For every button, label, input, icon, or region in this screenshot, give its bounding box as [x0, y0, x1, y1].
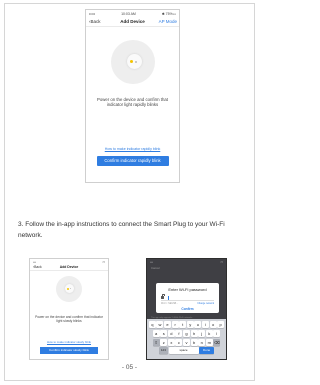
keyboard-row-1: q w e r t y u i o p [148, 321, 225, 328]
indicator-light-off-icon [134, 60, 137, 63]
nav-bar: ‹ Back Add Device [30, 264, 108, 271]
nav-bar: ‹ Back Add Device AP Mode [86, 17, 179, 27]
ap-mode-button[interactable]: AP Mode [159, 19, 177, 24]
key-v[interactable]: v [183, 338, 190, 346]
confirm-button[interactable]: Confirm indicator rapidly blink [96, 155, 169, 166]
keyboard-row-3: ⇧ z x c v b n m ⌫ [148, 338, 225, 346]
key-q[interactable]: q [148, 321, 156, 328]
phone-screenshot-add-device-ap: ••••• 10:03 AM ✱ 75%▭ ‹ Back Add Device … [85, 9, 180, 183]
indicator-light-icon [129, 60, 133, 63]
keyboard-row-4: 123 space Done [148, 347, 225, 355]
key-r[interactable]: r [171, 321, 179, 328]
keyboard-row-2: a s d f g h j k l [148, 329, 225, 337]
dialog-title: Enter Wi-Fi password [168, 287, 207, 292]
key-u[interactable]: u [194, 321, 202, 328]
phone-screenshot-add-device-ez: ••• ▭ ‹ Back Add Device Power on the dev… [29, 258, 109, 360]
back-button[interactable]: ‹ Back [33, 265, 42, 269]
confirm-button[interactable]: Confirm [156, 307, 219, 311]
cancel-button[interactable]: Cancel [147, 264, 226, 272]
battery-status: ▭ [220, 259, 223, 264]
smart-plug-icon [126, 54, 142, 69]
backspace-key-icon[interactable]: ⌫ [213, 338, 221, 346]
smart-plug-icon [65, 284, 74, 293]
key-k[interactable]: k [205, 329, 213, 337]
key-z[interactable]: z [160, 338, 168, 346]
wifi-info-row: Wi-Fi : NEUSB... Change network [161, 303, 214, 305]
key-c[interactable]: c [175, 338, 183, 346]
key-h[interactable]: h [190, 329, 198, 337]
carrier-signal: ••••• [89, 11, 96, 16]
key-x[interactable]: x [167, 338, 175, 346]
status-time: 10:03 AM [121, 11, 136, 16]
carrier-signal: ••• [33, 259, 36, 264]
device-illustration [110, 40, 155, 84]
key-g[interactable]: g [183, 329, 190, 337]
instruction-message: Power on the device and confirm that ind… [97, 97, 168, 108]
space-key[interactable]: space [168, 347, 199, 355]
done-key[interactable]: Done [199, 347, 215, 355]
text-cursor [168, 295, 169, 300]
numbers-key[interactable]: 123 [158, 347, 168, 355]
instruction-message: Power on the device and confirm that ind… [35, 315, 103, 324]
back-button[interactable]: ‹ Back [89, 19, 101, 24]
status-bar: ••••• 10:03 AM ✱ 75%▭ [86, 10, 179, 17]
on-screen-keyboard: q w e r t y u i o p a s d f g h j k l ⇧ … [147, 319, 226, 359]
key-b[interactable]: b [190, 338, 198, 346]
confirm-button[interactable]: Confirm indicator slowly blink [40, 347, 98, 355]
nav-title: Add Device [120, 19, 145, 24]
key-s[interactable]: s [160, 329, 168, 337]
key-d[interactable]: d [167, 329, 175, 337]
carrier-signal: ••• [150, 259, 153, 264]
key-e[interactable]: e [164, 321, 172, 328]
key-i[interactable]: i [201, 321, 209, 328]
help-link[interactable]: How to make indicator rapidly blink [86, 147, 179, 151]
password-field[interactable] [161, 294, 214, 301]
key-w[interactable]: w [156, 321, 164, 328]
phone-screenshot-wifi-password: ••• ▭ Cancel Enter Wi-Fi password Wi-Fi … [146, 258, 227, 360]
change-network-link[interactable]: Change network [197, 303, 214, 305]
indicator-light-icon [67, 287, 69, 290]
key-l[interactable]: l [213, 329, 221, 337]
key-f[interactable]: f [175, 329, 183, 337]
back-label: Back [90, 19, 101, 24]
indicator-light-off-icon [70, 287, 72, 290]
key-a[interactable]: a [152, 329, 160, 337]
key-o[interactable]: o [209, 321, 217, 328]
battery-status: ▭ [102, 259, 105, 264]
key-n[interactable]: n [198, 338, 206, 346]
key-m[interactable]: m [205, 338, 213, 346]
page-number: - 05 - [121, 364, 138, 371]
key-t[interactable]: t [179, 321, 187, 328]
help-link[interactable]: How to make indicator slowly blink [30, 340, 108, 344]
step-3-instruction: 3. Follow the in-app instructions to con… [18, 221, 225, 239]
shift-key-icon[interactable]: ⇧ [152, 338, 160, 346]
wifi-network-label: Wi-Fi : NEUSB... [161, 302, 179, 305]
key-p[interactable]: p [217, 321, 225, 328]
device-illustration [56, 276, 82, 302]
back-label: Back [34, 265, 42, 269]
key-j[interactable]: j [198, 329, 206, 337]
lock-icon [161, 294, 165, 299]
battery-status: ✱ 75%▭ [161, 11, 176, 16]
wifi-password-dialog: Enter Wi-Fi password Wi-Fi : NEUSB... Ch… [156, 283, 219, 313]
nav-title: Add Device [59, 265, 79, 269]
key-y[interactable]: y [186, 321, 194, 328]
